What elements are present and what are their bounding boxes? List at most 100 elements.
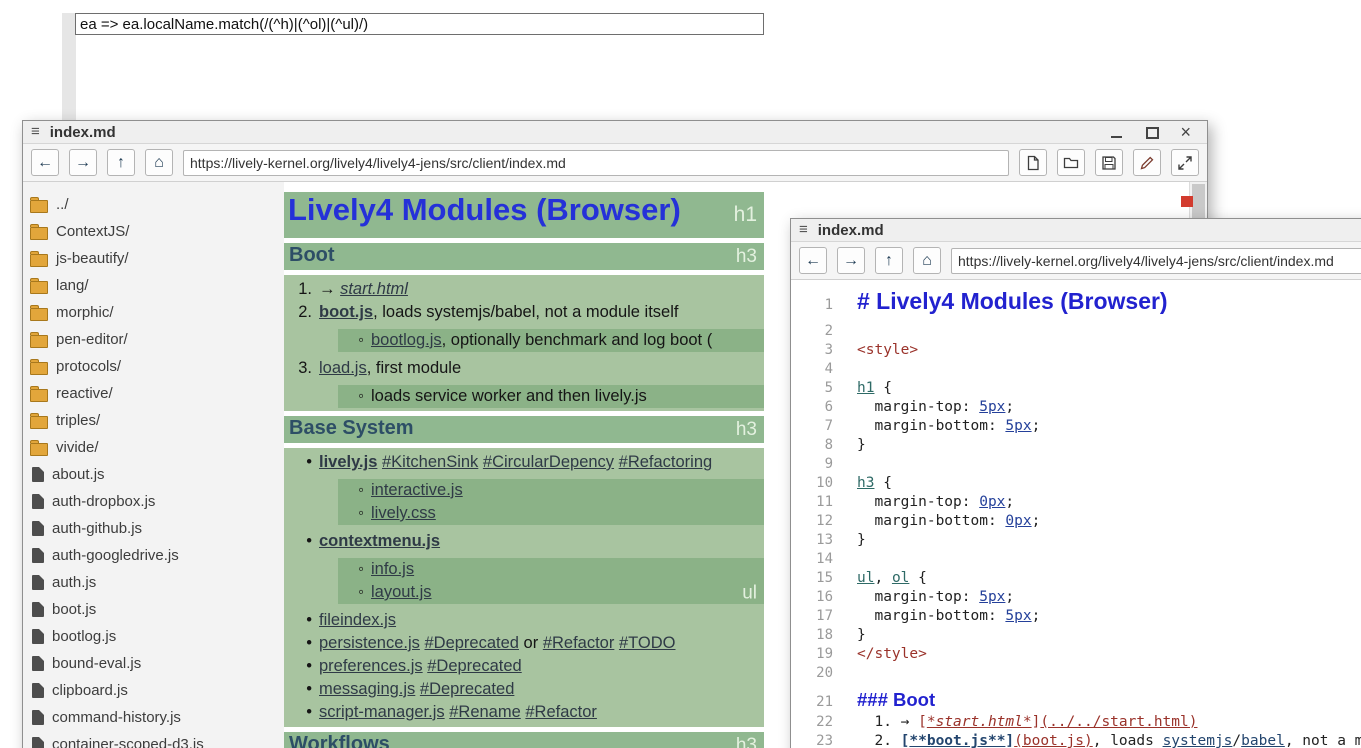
editor-line[interactable]: 23 2. [**boot.js**](boot.js), loads syst…	[791, 733, 1361, 748]
file-list-item[interactable]: auth-googledrive.js	[23, 542, 284, 569]
editor-line[interactable]: 6 margin-top: 5px;	[791, 399, 1361, 418]
md-link[interactable]: #Refactor	[543, 634, 615, 652]
editor-line[interactable]: 2	[791, 323, 1361, 342]
editor-line[interactable]: 17 margin-bottom: 5px;	[791, 608, 1361, 627]
filter-expression-input[interactable]	[75, 13, 764, 35]
md-link[interactable]: #TODO	[619, 634, 676, 652]
fullscreen-button[interactable]	[1171, 149, 1199, 176]
hamburger-icon[interactable]: ≡	[31, 121, 40, 143]
forward-button[interactable]: →	[69, 149, 97, 176]
md-link[interactable]: #Refactor	[525, 703, 597, 721]
md-link[interactable]: load.js	[319, 359, 367, 377]
back-button[interactable]: ←	[799, 247, 827, 274]
editor-line[interactable]: 3<style>	[791, 342, 1361, 361]
text-segment: ;	[1005, 494, 1014, 510]
file-list-item[interactable]: clipboard.js	[23, 677, 284, 704]
editor-line[interactable]: 20	[791, 665, 1361, 684]
file-list-item[interactable]: protocols/	[23, 353, 284, 380]
md-link[interactable]: info.js	[371, 560, 414, 578]
editor-line[interactable]: 7 margin-bottom: 5px;	[791, 418, 1361, 437]
new-file-button[interactable]	[1019, 149, 1047, 176]
md-link[interactable]: #CircularDepency	[483, 453, 614, 471]
md-link[interactable]: fileindex.js	[319, 611, 396, 629]
md-link[interactable]: start.html	[340, 280, 408, 298]
home-button[interactable]: ⌂	[145, 149, 173, 176]
md-link[interactable]: #Deprecated	[427, 657, 521, 675]
editor-line[interactable]: 12 margin-bottom: 0px;	[791, 513, 1361, 532]
editor-line[interactable]: 14	[791, 551, 1361, 570]
editor-line[interactable]: 21### Boot	[791, 688, 1361, 712]
file-list-item[interactable]: morphic/	[23, 299, 284, 326]
md-link[interactable]: #Rename	[449, 703, 521, 721]
editor-line[interactable]: 19</style>	[791, 646, 1361, 665]
maximize-button[interactable]	[1145, 126, 1158, 139]
md-link[interactable]: bootlog.js	[371, 331, 442, 349]
md-link[interactable]: lively.js	[319, 453, 377, 471]
file-name: auth-googledrive.js	[52, 547, 179, 564]
md-link[interactable]: #Refactoring	[619, 453, 713, 471]
navigation-toolbar: ← → ↑ ⌂	[791, 242, 1361, 280]
editor-line[interactable]: 1# Lively4 Modules (Browser)	[791, 286, 1361, 316]
file-list-item[interactable]: container-scoped-d3.js	[23, 731, 284, 748]
code-editor[interactable]: 1# Lively4 Modules (Browser) 23<style>45h…	[791, 280, 1361, 748]
file-list-item[interactable]: boot.js	[23, 596, 284, 623]
file-list-item[interactable]: bound-eval.js	[23, 650, 284, 677]
md-link[interactable]: lively.css	[371, 504, 436, 522]
md-link[interactable]: #Deprecated	[420, 680, 514, 698]
md-link[interactable]: layout.js	[371, 583, 432, 601]
editor-line[interactable]: 16 margin-top: 5px;	[791, 589, 1361, 608]
forward-button[interactable]: →	[837, 247, 865, 274]
md-link[interactable]: contextmenu.js	[319, 532, 440, 550]
md-link[interactable]: interactive.js	[371, 481, 463, 499]
md-link[interactable]: #KitchenSink	[382, 453, 478, 471]
title-bar[interactable]: ≡ index.md ×	[23, 121, 1207, 144]
up-button[interactable]: ↑	[107, 149, 135, 176]
home-button[interactable]: ⌂	[913, 247, 941, 274]
file-list-item[interactable]: auth-github.js	[23, 515, 284, 542]
md-link[interactable]: boot.js	[319, 303, 373, 321]
file-list-item[interactable]: command-history.js	[23, 704, 284, 731]
url-input[interactable]	[183, 150, 1009, 176]
save-button[interactable]	[1095, 149, 1123, 176]
file-list-item[interactable]: reactive/	[23, 380, 284, 407]
editor-line[interactable]: 8}	[791, 437, 1361, 456]
editor-line[interactable]: 4	[791, 361, 1361, 380]
editor-line[interactable]: 5h1 {	[791, 380, 1361, 399]
file-list-item[interactable]: ContextJS/	[23, 218, 284, 245]
editor-line[interactable]: 11 margin-top: 0px;	[791, 494, 1361, 513]
file-list-item[interactable]: auth-dropbox.js	[23, 488, 284, 515]
editor-line[interactable]: 22 1. → [*start.html*](../../start.html)	[791, 714, 1361, 733]
md-link[interactable]: preferences.js	[319, 657, 423, 675]
file-list-item[interactable]: auth.js	[23, 569, 284, 596]
file-list-item[interactable]: lang/	[23, 272, 284, 299]
close-button[interactable]: ×	[1180, 126, 1191, 139]
editor-line[interactable]: 18}	[791, 627, 1361, 646]
md-heading-text: Lively4 Modules (Browser)	[288, 192, 681, 228]
editor-line[interactable]: 15ul, ol {	[791, 570, 1361, 589]
file-list-item[interactable]: js-beautify/	[23, 245, 284, 272]
url-input[interactable]	[951, 248, 1361, 274]
up-button[interactable]: ↑	[875, 247, 903, 274]
file-list-item[interactable]: vivide/	[23, 434, 284, 461]
md-link[interactable]: #Deprecated	[424, 634, 518, 652]
title-bar[interactable]: ≡ index.md	[791, 219, 1361, 242]
editor-line[interactable]: 9	[791, 456, 1361, 475]
file-list-item[interactable]: pen-editor/	[23, 326, 284, 353]
file-list-item[interactable]: triples/	[23, 407, 284, 434]
file-sidebar: ../ContextJS/js-beautify/lang/morphic/pe…	[23, 182, 284, 748]
edit-button[interactable]	[1133, 149, 1161, 176]
file-list-item[interactable]: ../	[23, 191, 284, 218]
editor-line[interactable]: 13}	[791, 532, 1361, 551]
text-segment: systemjs	[1163, 733, 1233, 748]
md-link[interactable]: script-manager.js	[319, 703, 445, 721]
hamburger-icon[interactable]: ≡	[799, 219, 808, 241]
minimize-button[interactable]	[1110, 126, 1123, 139]
file-list-item[interactable]: about.js	[23, 461, 284, 488]
md-link[interactable]: persistence.js	[319, 634, 420, 652]
editor-line[interactable]: 10h3 {	[791, 475, 1361, 494]
file-list-item[interactable]: bootlog.js	[23, 623, 284, 650]
back-button[interactable]: ←	[31, 149, 59, 176]
save-icon	[1101, 155, 1117, 171]
md-link[interactable]: messaging.js	[319, 680, 415, 698]
open-folder-button[interactable]	[1057, 149, 1085, 176]
